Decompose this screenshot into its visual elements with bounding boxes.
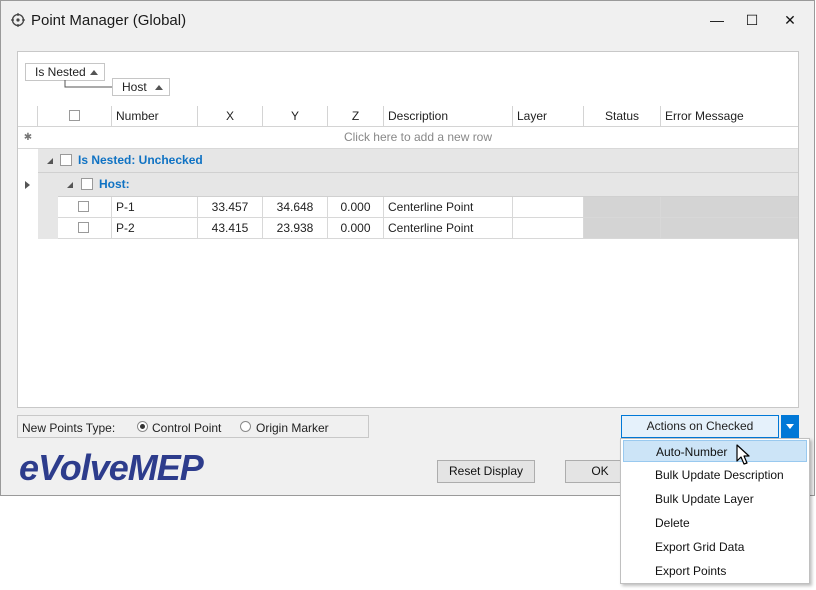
group-chip-host[interactable]: Host — [112, 78, 170, 96]
select-all-checkbox[interactable] — [69, 110, 80, 121]
origin-marker-radio[interactable] — [240, 421, 251, 432]
cell-status — [584, 197, 661, 218]
actions-menu: Auto-Number Bulk Update Description Bulk… — [620, 438, 810, 584]
menu-item-export-grid-data[interactable]: Export Grid Data — [623, 536, 807, 558]
row-checkbox[interactable] — [78, 222, 89, 233]
control-point-label[interactable]: Control Point — [152, 421, 221, 435]
cell-number[interactable]: P-2 — [112, 218, 198, 239]
cell-layer[interactable] — [513, 197, 584, 218]
row-indicator — [18, 173, 38, 197]
control-point-radio[interactable] — [137, 421, 148, 432]
menu-item-bulk-update-layer[interactable]: Bulk Update Layer — [623, 488, 807, 510]
group-indent — [38, 173, 58, 239]
select-all-header[interactable] — [38, 106, 112, 127]
new-row-prompt[interactable]: Click here to add a new row — [38, 127, 798, 149]
cell-x[interactable]: 33.457 — [198, 197, 263, 218]
group-row-is-nested[interactable]: Is Nested: Unchecked — [38, 149, 798, 173]
origin-marker-label[interactable]: Origin Marker — [256, 421, 329, 435]
new-row-indicator-icon: ✱ — [18, 127, 38, 149]
actions-dropdown-toggle[interactable] — [781, 415, 799, 438]
group-chip-label: Is Nested — [35, 65, 86, 79]
group-label-is-nested: Is Nested: Unchecked — [78, 153, 203, 167]
menu-item-bulk-update-description[interactable]: Bulk Update Description — [623, 464, 807, 486]
actions-on-checked-button[interactable]: Actions on Checked — [621, 415, 779, 438]
window-title: Point Manager (Global) — [31, 12, 187, 29]
evolvemep-logo: eVolveMEP — [19, 447, 204, 488]
row-checkbox-cell[interactable] — [58, 218, 112, 239]
new-points-type-label: New Points Type: — [22, 421, 116, 435]
current-row-arrow-icon — [25, 181, 30, 189]
collapse-triangle-icon[interactable] — [66, 181, 74, 189]
column-header-x[interactable]: X — [198, 106, 263, 127]
group-label-host: Host: — [99, 177, 130, 191]
row-checkbox[interactable] — [78, 201, 89, 212]
cell-error-message — [661, 218, 798, 239]
column-header-y[interactable]: Y — [263, 106, 328, 127]
point-manager-app-icon — [11, 13, 25, 27]
close-button[interactable]: ✕ — [773, 9, 807, 31]
close-icon: ✕ — [784, 12, 796, 28]
point-manager-window: Point Manager (Global) — ☐ ✕ Is Nested H… — [0, 0, 815, 496]
cell-y[interactable]: 23.938 — [263, 218, 328, 239]
cell-layer[interactable] — [513, 218, 584, 239]
cell-z[interactable]: 0.000 — [328, 218, 384, 239]
cell-description[interactable]: Centerline Point — [384, 197, 513, 218]
group-chip-is-nested[interactable]: Is Nested — [25, 63, 105, 81]
column-header-description[interactable]: Description — [384, 106, 513, 127]
column-header-number[interactable]: Number — [112, 106, 198, 127]
maximize-icon: ☐ — [745, 12, 759, 28]
cell-y[interactable]: 34.648 — [263, 197, 328, 218]
group-connector-line — [64, 80, 113, 88]
column-header-z[interactable]: Z — [328, 106, 384, 127]
cell-z[interactable]: 0.000 — [328, 197, 384, 218]
minimize-icon: — — [710, 12, 724, 28]
cell-number[interactable]: P-1 — [112, 197, 198, 218]
row-indicator-header — [18, 106, 38, 127]
group-row-host[interactable]: Host: — [58, 173, 798, 197]
reset-display-button[interactable]: Reset Display — [437, 460, 535, 483]
chevron-down-icon — [786, 424, 794, 429]
group-checkbox[interactable] — [60, 154, 72, 166]
minimize-button[interactable]: — — [700, 9, 734, 31]
new-points-type-panel: New Points Type: Control Point Origin Ma… — [17, 415, 369, 438]
column-header-status[interactable]: Status — [584, 106, 661, 127]
maximize-button[interactable]: ☐ — [735, 9, 769, 31]
menu-item-auto-number[interactable]: Auto-Number — [623, 440, 807, 462]
column-header-error-message[interactable]: Error Message — [661, 106, 798, 127]
row-indicator — [18, 149, 38, 173]
column-header-layer[interactable]: Layer — [513, 106, 584, 127]
collapse-triangle-icon[interactable] — [46, 157, 54, 165]
title-bar[interactable]: Point Manager (Global) — ☐ ✕ — [1, 1, 814, 39]
cell-description[interactable]: Centerline Point — [384, 218, 513, 239]
cell-status — [584, 218, 661, 239]
sort-ascending-icon — [155, 85, 163, 90]
group-chip-label: Host — [122, 80, 147, 94]
group-checkbox[interactable] — [81, 178, 93, 190]
cell-x[interactable]: 43.415 — [198, 218, 263, 239]
cell-error-message — [661, 197, 798, 218]
row-checkbox-cell[interactable] — [58, 197, 112, 218]
mouse-cursor-icon — [736, 444, 750, 465]
sort-ascending-icon — [90, 70, 98, 75]
menu-item-delete[interactable]: Delete — [623, 512, 807, 534]
menu-item-export-points[interactable]: Export Points — [623, 560, 807, 582]
